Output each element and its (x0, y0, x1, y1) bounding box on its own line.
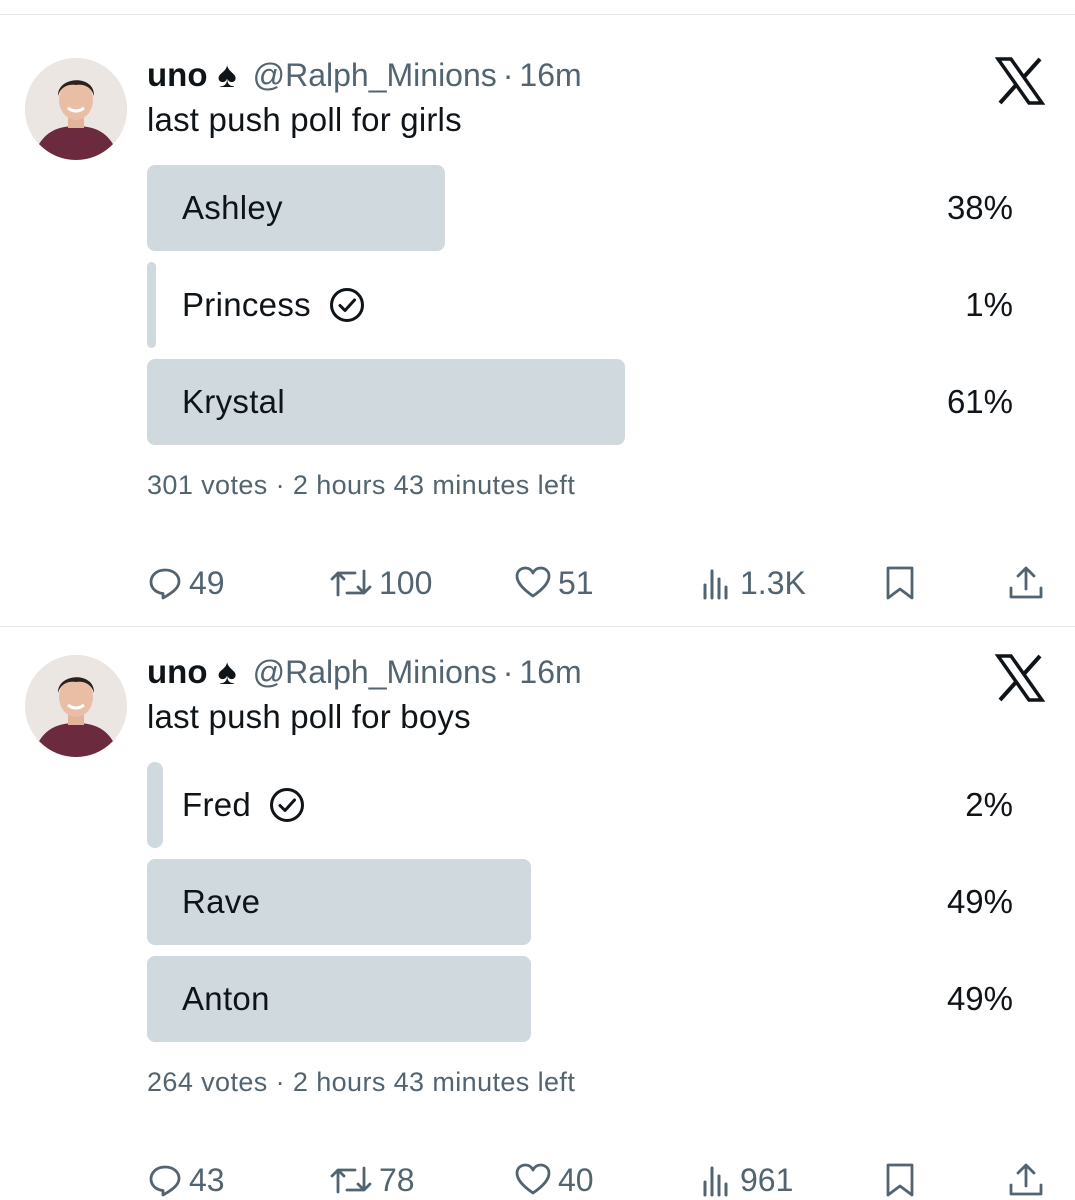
reply-count: 49 (189, 564, 225, 601)
repost-button[interactable]: 78 (329, 1157, 415, 1200)
author-handle[interactable]: @Ralph_Minions (253, 654, 497, 691)
action-bar: 43 78 40 961 (147, 1157, 1047, 1200)
poll-option-label: Fred (182, 762, 305, 848)
poll-option[interactable]: Fred 2% (147, 762, 1017, 848)
repost-count: 78 (379, 1161, 415, 1198)
tweet-header: uno ♠ @Ralph_Minions · 16m (147, 52, 582, 98)
poll-bar (147, 262, 156, 348)
heart-icon (515, 1163, 551, 1195)
reply-count: 43 (189, 1161, 225, 1198)
poll-option-label: Anton (182, 980, 270, 1017)
poll-bar (147, 762, 163, 848)
avatar[interactable] (25, 58, 127, 160)
views-chart-icon (703, 1166, 728, 1197)
tweet-time[interactable]: 16m (519, 57, 581, 94)
poll-option-percent: 49% (946, 883, 1013, 920)
tweet-text: last push poll for boys (147, 698, 471, 735)
tweet-time[interactable]: 16m (519, 654, 581, 691)
tweet-header: uno ♠ @Ralph_Minions · 16m (147, 649, 582, 695)
poll: Ashley 38% Princess 1% Krystal 61% (147, 165, 1017, 456)
bookmark-button[interactable] (883, 1157, 917, 1200)
poll-option[interactable]: Rave 49% (147, 859, 1017, 945)
x-logo-icon[interactable] (994, 653, 1046, 703)
poll-option[interactable]: Anton 49% (147, 956, 1017, 1042)
share-button[interactable] (1007, 1157, 1045, 1200)
poll-option-label: Princess (182, 262, 365, 348)
poll-option[interactable]: Ashley 38% (147, 165, 1017, 251)
check-circle-icon (329, 287, 365, 323)
poll-meta: 264 votes · 2 hours 43 minutes left (147, 1067, 576, 1097)
tweet-text: last push poll for girls (147, 101, 462, 138)
share-icon (1009, 1163, 1043, 1196)
views-count: 1.3K (740, 564, 806, 601)
repost-icon (330, 1166, 372, 1194)
reply-button[interactable]: 43 (147, 1157, 225, 1200)
poll-option-label: Ashley (182, 189, 283, 226)
like-button[interactable]: 40 (514, 1157, 594, 1200)
spade-emoji: ♠ (217, 54, 237, 95)
tweet-boys-poll[interactable]: uno ♠ @Ralph_Minions · 16m last push pol… (0, 597, 1075, 1200)
author-name[interactable]: uno (147, 56, 207, 94)
check-circle-icon (269, 787, 305, 823)
views-chart-icon (703, 569, 728, 600)
separator-dot: · (502, 653, 514, 690)
like-count: 40 (558, 1161, 594, 1198)
spade-emoji: ♠ (217, 651, 237, 692)
reply-icon (149, 568, 181, 600)
poll-meta: 301 votes · 2 hours 43 minutes left (147, 470, 576, 500)
tweet-girls-poll[interactable]: uno ♠ @Ralph_Minions · 16m last push pol… (0, 0, 1075, 601)
like-count: 51 (558, 564, 594, 601)
views-count: 961 (740, 1161, 794, 1198)
heart-icon (515, 566, 551, 598)
author-name[interactable]: uno (147, 653, 207, 691)
poll-option-percent: 49% (946, 980, 1013, 1017)
poll-option-percent: 38% (946, 189, 1013, 226)
poll-option[interactable]: Krystal 61% (147, 359, 1017, 445)
poll-option-percent: 2% (965, 786, 1013, 823)
bookmark-icon (886, 1163, 914, 1197)
views-button[interactable]: 961 (702, 1157, 793, 1200)
poll-option[interactable]: Princess 1% (147, 262, 1017, 348)
x-logo-icon[interactable] (994, 56, 1046, 106)
poll-option-percent: 1% (965, 286, 1013, 323)
poll-option-percent: 61% (946, 383, 1013, 420)
poll-option-label: Krystal (182, 383, 285, 420)
author-handle[interactable]: @Ralph_Minions (253, 57, 497, 94)
avatar[interactable] (25, 655, 127, 757)
poll: Fred 2% Rave 49% Anton 49% (147, 762, 1017, 1053)
separator-dot: · (502, 56, 514, 93)
repost-count: 100 (379, 564, 433, 601)
poll-option-label: Rave (182, 883, 261, 920)
repost-icon (330, 569, 372, 597)
reply-icon (149, 1165, 181, 1197)
